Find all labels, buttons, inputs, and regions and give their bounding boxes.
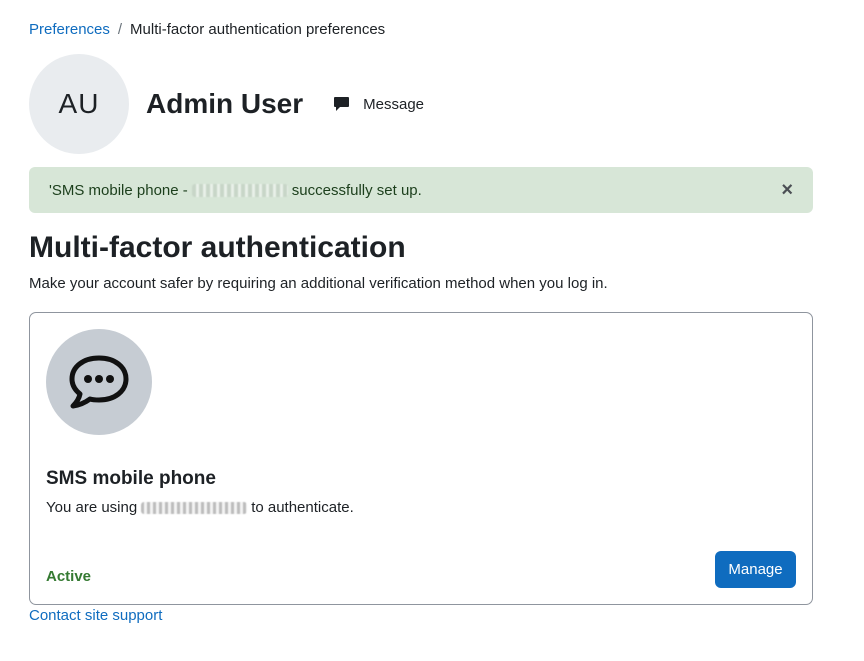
contact-support-link[interactable]: Contact site support xyxy=(29,607,162,624)
avatar-initials: AU xyxy=(58,88,100,119)
avatar: AU xyxy=(29,54,129,154)
factor-description: You are using to authenticate. xyxy=(46,499,354,516)
page-description: Make your account safer by requiring an … xyxy=(29,275,608,292)
redacted-phone-number xyxy=(191,183,288,197)
message-label: Message xyxy=(363,95,425,113)
message-button[interactable]: Message xyxy=(333,96,424,113)
factor-icon-circle xyxy=(46,329,152,435)
breadcrumb-separator: / xyxy=(117,21,123,38)
factor-text-end: to authenticate. xyxy=(251,499,354,516)
breadcrumb-current: Multi-factor authentication preferences xyxy=(130,21,386,38)
chat-bubble-icon xyxy=(69,355,129,409)
message-icon xyxy=(334,97,350,111)
close-icon[interactable]: × xyxy=(781,180,793,200)
status-badge: Active xyxy=(46,568,92,585)
alert-text-end: successfully set up. xyxy=(291,181,422,199)
factor-card: SMS mobile phone You are using to authen… xyxy=(29,312,813,605)
factor-title: SMS mobile phone xyxy=(46,468,216,489)
breadcrumb-preferences-link[interactable]: Preferences xyxy=(29,20,110,40)
profile-name: Admin User xyxy=(146,88,304,119)
alert-text-start: 'SMS mobile phone - xyxy=(49,181,188,199)
manage-button[interactable]: Manage xyxy=(715,551,796,588)
profile-header: AU Admin User Message xyxy=(29,54,424,154)
breadcrumb: Preferences / Multi-factor authenticatio… xyxy=(29,20,385,40)
redacted-phone-number xyxy=(141,501,248,514)
factor-text-start: You are using xyxy=(46,499,138,516)
success-alert: 'SMS mobile phone - successfully set up.… xyxy=(29,167,813,213)
page-title: Multi-factor authentication xyxy=(29,231,406,264)
